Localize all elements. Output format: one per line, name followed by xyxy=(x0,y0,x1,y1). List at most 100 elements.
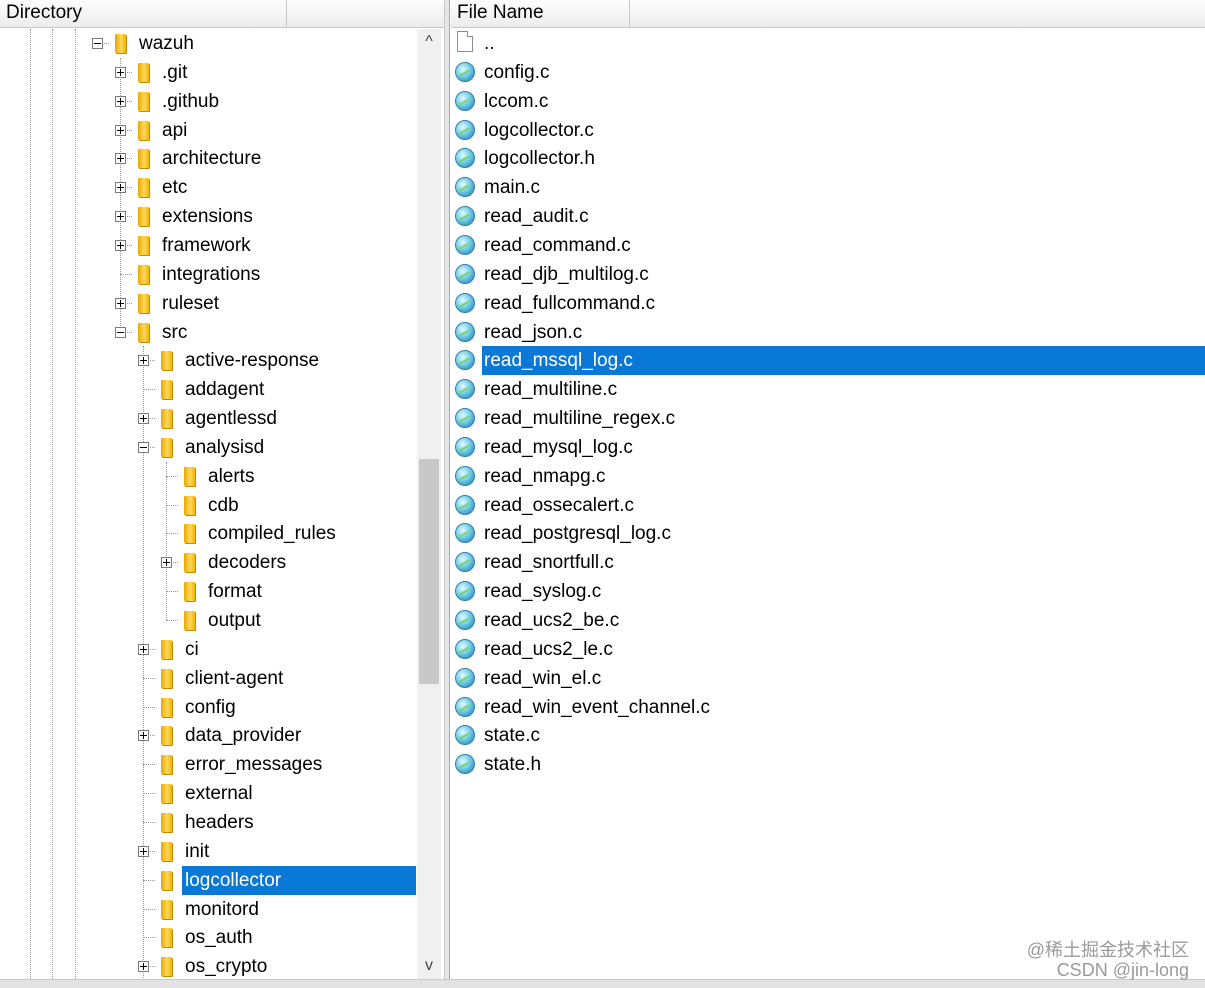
tree-node-analysisd[interactable]: analysisd xyxy=(0,433,416,462)
file-row[interactable]: read_syslog.c xyxy=(451,577,1205,606)
tree-node-integrations[interactable]: integrations xyxy=(0,260,416,289)
file-row[interactable]: read_command.c xyxy=(451,231,1205,260)
file-name-label: read_mysql_log.c xyxy=(484,436,633,458)
file-row[interactable]: read_djb_multilog.c xyxy=(451,260,1205,289)
expand-plus-icon[interactable] xyxy=(115,153,126,165)
file-row[interactable]: read_audit.c xyxy=(451,202,1205,231)
tree-node-label: active-response xyxy=(185,350,320,372)
file-row[interactable]: lccom.c xyxy=(451,87,1205,116)
tree-node-os-auth[interactable]: os_auth xyxy=(0,923,416,952)
tree-node-external[interactable]: external xyxy=(0,779,416,808)
file-row[interactable]: read_snortfull.c xyxy=(451,548,1205,577)
c-source-file-icon xyxy=(455,321,475,342)
collapse-minus-icon[interactable] xyxy=(92,38,103,49)
file-row[interactable]: state.c xyxy=(451,721,1205,750)
file-row[interactable]: read_mysql_log.c xyxy=(451,433,1205,462)
tree-node-decoders[interactable]: decoders xyxy=(0,548,416,577)
collapse-minus-icon[interactable] xyxy=(115,326,126,338)
file-row[interactable]: logcollector.c xyxy=(451,116,1205,145)
folder-icon xyxy=(138,120,149,140)
tree-node-config[interactable]: config xyxy=(0,693,416,722)
directory-column-header[interactable]: Directory xyxy=(0,0,287,28)
expand-plus-icon[interactable] xyxy=(115,239,126,251)
file-row[interactable]: read_postgresql_log.c xyxy=(451,519,1205,548)
file-row[interactable]: main.c xyxy=(451,173,1205,202)
expand-plus-icon[interactable] xyxy=(115,211,126,223)
c-source-file-icon xyxy=(455,696,475,717)
expand-plus-icon[interactable] xyxy=(115,297,126,309)
tree-node-agentlessd[interactable]: agentlessd xyxy=(0,404,416,433)
tree-node-ci[interactable]: ci xyxy=(0,635,416,664)
file-row[interactable]: read_multiline_regex.c xyxy=(451,404,1205,433)
expand-plus-icon[interactable] xyxy=(115,95,126,107)
tree-node-etc[interactable]: etc xyxy=(0,173,416,202)
file-row[interactable]: config.c xyxy=(451,58,1205,87)
expand-plus-icon[interactable] xyxy=(115,182,126,194)
file-row[interactable]: read_win_event_channel.c xyxy=(451,693,1205,722)
file-row[interactable]: logcollector.h xyxy=(451,144,1205,173)
tree-node-data-provider[interactable]: data_provider xyxy=(0,721,416,750)
tree-node-headers[interactable]: headers xyxy=(0,808,416,837)
tree-node-architecture[interactable]: architecture xyxy=(0,144,416,173)
expand-plus-icon[interactable] xyxy=(138,730,149,742)
scroll-up-arrow-icon[interactable]: ^ xyxy=(417,29,441,55)
folder-icon xyxy=(138,91,149,111)
tree-node-logcollector[interactable]: logcollector xyxy=(0,865,416,895)
file-name-column-header[interactable]: File Name xyxy=(451,0,630,28)
tree-node-framework[interactable]: framework xyxy=(0,231,416,260)
file-name-header-label: File Name xyxy=(457,2,544,23)
tree-node-monitord[interactable]: monitord xyxy=(0,895,416,924)
directory-tree[interactable]: wazuh .git .github api architecture etc extens… xyxy=(0,29,444,979)
tree-node-init[interactable]: init xyxy=(0,837,416,866)
expand-plus-icon[interactable] xyxy=(161,557,172,569)
tree-node-ruleset[interactable]: ruleset xyxy=(0,289,416,318)
tree-node-os-crypto[interactable]: os_crypto xyxy=(0,952,416,979)
file-list[interactable]: .. config.c lccom.c logcollector.c logcollec… xyxy=(451,29,1205,979)
file-row[interactable]: read_fullcommand.c xyxy=(451,289,1205,318)
file-row[interactable]: read_multiline.c xyxy=(451,375,1205,404)
scrollbar-thumb[interactable] xyxy=(419,459,439,684)
tree-node-format[interactable]: format xyxy=(0,577,416,606)
file-row[interactable]: read_mssql_log.c xyxy=(451,346,1205,376)
file-row[interactable]: read_nmapg.c xyxy=(451,462,1205,491)
expand-plus-icon[interactable] xyxy=(138,413,149,425)
collapse-minus-icon[interactable] xyxy=(138,441,149,453)
file-name-label: lccom.c xyxy=(484,90,549,112)
file-row[interactable]: read_json.c xyxy=(451,318,1205,347)
file-row[interactable]: read_ucs2_be.c xyxy=(451,606,1205,635)
expand-plus-icon[interactable] xyxy=(115,124,126,136)
tree-node-label: addagent xyxy=(185,379,265,401)
tree-node-api[interactable]: api xyxy=(0,116,416,145)
tree-vertical-scrollbar[interactable]: ^ v xyxy=(417,29,441,979)
tree-node-label: framework xyxy=(162,234,251,256)
tree-node-compiled-rules[interactable]: compiled_rules xyxy=(0,519,416,548)
folder-icon xyxy=(184,495,195,515)
expand-plus-icon[interactable] xyxy=(138,355,149,367)
tree-node-addagent[interactable]: addagent xyxy=(0,375,416,404)
expand-plus-icon[interactable] xyxy=(138,961,149,973)
expand-plus-icon[interactable] xyxy=(115,66,126,78)
file-row[interactable]: read_ucs2_le.c xyxy=(451,635,1205,664)
tree-node-client-agent[interactable]: client-agent xyxy=(0,664,416,693)
tree-node-cdb[interactable]: cdb xyxy=(0,491,416,520)
tree-node-alerts[interactable]: alerts xyxy=(0,462,416,491)
scroll-down-arrow-icon[interactable]: v xyxy=(417,953,441,979)
folder-icon xyxy=(138,149,149,169)
tree-node-active-response[interactable]: active-response xyxy=(0,346,416,375)
tree-node--git[interactable]: .git xyxy=(0,58,416,87)
tree-node-error-messages[interactable]: error_messages xyxy=(0,750,416,779)
folder-icon xyxy=(184,582,195,602)
file-row[interactable]: read_ossecalert.c xyxy=(451,491,1205,520)
tree-node-wazuh[interactable]: wazuh xyxy=(0,29,416,58)
expand-plus-icon[interactable] xyxy=(138,845,149,857)
tree-node-extensions[interactable]: extensions xyxy=(0,202,416,231)
tree-connector xyxy=(166,620,178,621)
tree-node--github[interactable]: .github xyxy=(0,87,416,116)
tree-node-src[interactable]: src xyxy=(0,318,416,347)
pane-splitter[interactable] xyxy=(444,0,450,980)
tree-node-output[interactable]: output xyxy=(0,606,416,635)
expand-plus-icon[interactable] xyxy=(138,643,149,655)
file-row[interactable]: state.h xyxy=(451,750,1205,779)
file-row[interactable]: read_win_el.c xyxy=(451,664,1205,693)
file-row[interactable]: .. xyxy=(451,29,1205,58)
